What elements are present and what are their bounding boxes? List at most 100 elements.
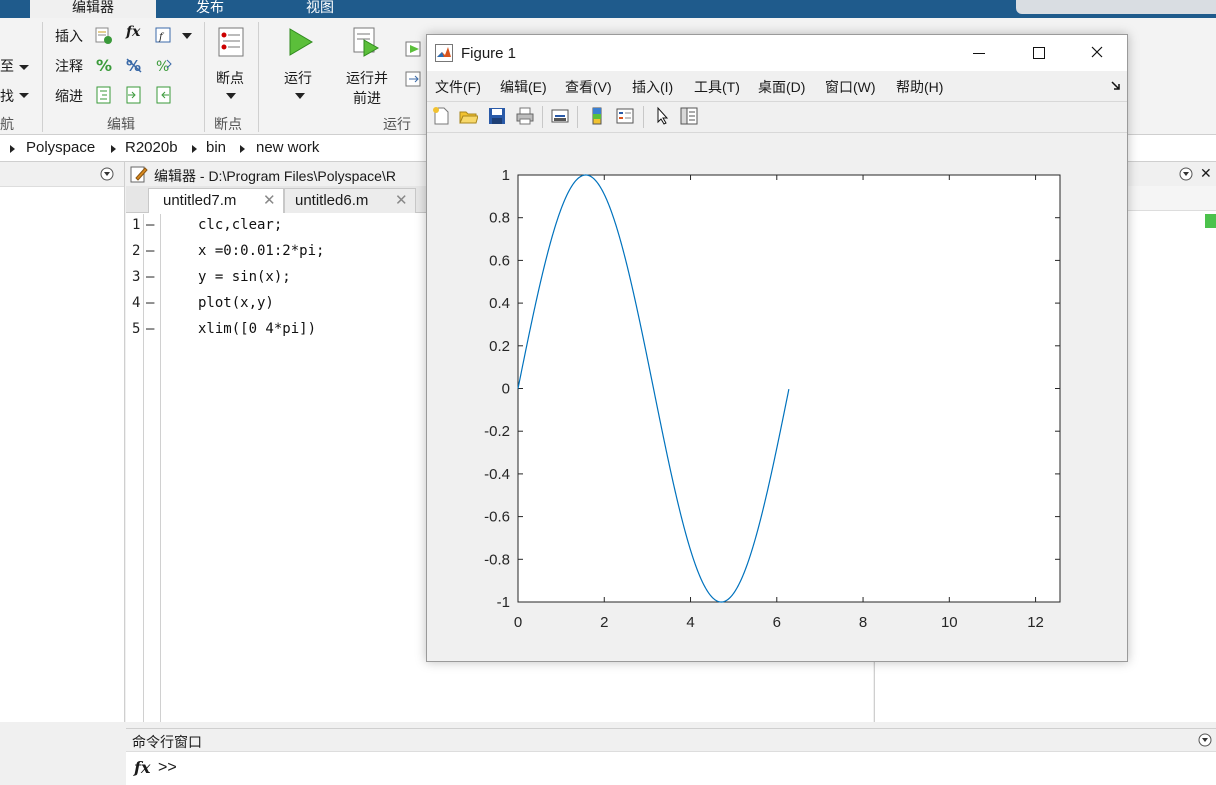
breakpoint-dash[interactable]: — (146, 269, 154, 285)
open-file-icon[interactable] (458, 106, 478, 126)
property-editor-icon[interactable] (679, 106, 699, 126)
breadcrumb-arrow (111, 145, 116, 153)
menu-help[interactable]: 帮助(H) (896, 77, 943, 97)
breadcrumb-arrow (192, 145, 197, 153)
tab-untitled6[interactable]: untitled6.m ✕ (284, 188, 416, 213)
y-tick-label: -0.2 (484, 423, 510, 440)
command-window: 命令行窗口 fx >> (126, 728, 1216, 785)
close-icon[interactable] (1091, 46, 1103, 58)
smart-indent-icon[interactable] (95, 86, 113, 104)
x-tick-label: 4 (686, 614, 694, 631)
breadcrumb-r2020b[interactable]: R2020b (125, 139, 178, 156)
figure-title-bar[interactable] (427, 35, 1127, 71)
insert-button[interactable]: 插入 (55, 26, 83, 46)
close-icon[interactable]: ✕ (263, 191, 276, 209)
breakpoints-icon[interactable] (215, 26, 247, 58)
code-line[interactable]: clc,clear; (198, 217, 282, 233)
y-tick-label: 0.4 (489, 295, 510, 312)
command-prompt[interactable]: >> (158, 759, 177, 777)
tab-view[interactable]: 视图 (270, 0, 370, 18)
breakpoints-button[interactable]: 断点 (216, 68, 244, 88)
chevron-down-icon[interactable] (294, 92, 306, 100)
ribbon-tab-bar: 编辑器 发布 视图 (0, 0, 1216, 18)
maximize-button[interactable] (1033, 47, 1045, 59)
y-tick-label: -0.4 (484, 466, 510, 483)
tab-publish[interactable]: 发布 (160, 0, 260, 18)
tab-untitled7[interactable]: untitled7.m ✕ (148, 188, 284, 213)
new-figure-icon[interactable] (431, 106, 451, 126)
code-line[interactable]: y = sin(x); (198, 269, 291, 285)
breadcrumb-polyspace[interactable]: Polyspace (26, 139, 95, 156)
close-icon[interactable]: ✕ (1200, 165, 1212, 182)
ribbon-left-fragment-2[interactable]: 找 (0, 86, 14, 106)
run-section-icon[interactable] (405, 40, 423, 58)
dock-arrow-icon[interactable] (1111, 81, 1121, 91)
legend-icon[interactable] (615, 106, 635, 126)
run-and-advance-button[interactable]: 运行并 前进 (346, 68, 388, 108)
y-tick-label: 0 (502, 381, 510, 398)
breadcrumb-new-work[interactable]: new work (256, 139, 319, 156)
ribbon-left-fragment-1[interactable]: 至 (0, 56, 14, 76)
ribbon-separator (204, 22, 205, 132)
current-folder-panel (0, 162, 125, 722)
close-icon[interactable]: ✕ (395, 191, 408, 209)
quick-access-toolbar[interactable] (1016, 0, 1216, 14)
x-tick-label: 8 (859, 614, 867, 631)
comment-button[interactable]: 注释 (55, 56, 83, 76)
function-browser-icon[interactable]: f (154, 26, 172, 44)
uncomment-icon[interactable]: % (125, 56, 143, 74)
decrease-indent-icon[interactable] (155, 86, 173, 104)
link-plot-icon[interactable] (550, 106, 570, 126)
menu-tools[interactable]: 工具(T) (694, 77, 740, 97)
wrap-comments-icon[interactable]: % (155, 56, 173, 74)
figure-window[interactable]: Figure 1 文件(F) 编辑(E) 查看(V) 插入(I) 工具(T) 桌… (426, 34, 1128, 662)
advance-icon[interactable] (405, 70, 423, 88)
breakpoint-dash[interactable]: — (146, 243, 154, 259)
pointer-icon[interactable] (653, 106, 673, 126)
indent-button[interactable]: 缩进 (55, 86, 83, 106)
insert-section-icon[interactable] (94, 26, 112, 44)
breakpoint-dash[interactable]: — (146, 321, 154, 337)
breakpoints-group-label: 断点 (214, 116, 242, 132)
run-icon[interactable] (284, 26, 316, 58)
code-analyzer-indicator[interactable] (1205, 214, 1216, 228)
panel-menu-icon[interactable] (1198, 733, 1212, 747)
axes-plot[interactable]: 10.80.60.40.20-0.2-0.4-0.6-0.8-10 2 4 6 8 10 1… (427, 133, 1127, 660)
minimize-button[interactable] (973, 37, 987, 67)
minimize-icon (973, 53, 985, 54)
breadcrumb-arrow (240, 145, 245, 153)
breadcrumb-bin[interactable]: bin (206, 139, 226, 156)
tab-editor[interactable]: 编辑器 (30, 0, 156, 18)
code-line[interactable]: plot(x,y) (198, 295, 274, 311)
editor-title: 编辑器 - D:\Program Files\Polyspace\R (154, 168, 396, 184)
panel-menu-icon[interactable] (1179, 167, 1193, 181)
comment-percent-icon[interactable]: % (95, 56, 113, 74)
insert-function-button[interactable]: fx (126, 24, 140, 40)
menu-edit[interactable]: 编辑(E) (500, 77, 547, 97)
code-line[interactable]: xlim([0 4*pi]) (198, 321, 316, 337)
save-icon[interactable] (487, 106, 507, 126)
panel-menu-icon[interactable] (100, 167, 114, 181)
increase-indent-icon[interactable] (125, 86, 143, 104)
ribbon-separator (42, 22, 43, 132)
function-browser-button[interactable]: fx (134, 758, 150, 777)
toolbar-separator (643, 106, 644, 128)
y-tick-label: 0.2 (489, 338, 510, 355)
breakpoint-dash[interactable]: — (146, 217, 154, 233)
menu-insert[interactable]: 插入(I) (632, 77, 673, 97)
line-number: 4 (132, 295, 141, 311)
menu-view[interactable]: 查看(V) (565, 77, 612, 97)
menu-window[interactable]: 窗口(W) (825, 77, 876, 97)
run-button[interactable]: 运行 (284, 68, 312, 88)
chevron-down-icon[interactable] (225, 92, 237, 100)
menu-file[interactable]: 文件(F) (435, 77, 481, 97)
colorbar-icon[interactable] (587, 106, 607, 126)
y-tick-label: 0.6 (489, 252, 510, 269)
chevron-down-icon[interactable] (181, 32, 193, 40)
print-icon[interactable] (515, 106, 535, 126)
menu-desktop[interactable]: 桌面(D) (758, 77, 805, 97)
run-and-advance-icon[interactable] (350, 26, 382, 58)
matlab-logo-icon (435, 44, 453, 62)
breakpoint-dash[interactable]: — (146, 295, 154, 311)
code-line[interactable]: x =0:0.01:2*pi; (198, 243, 324, 259)
